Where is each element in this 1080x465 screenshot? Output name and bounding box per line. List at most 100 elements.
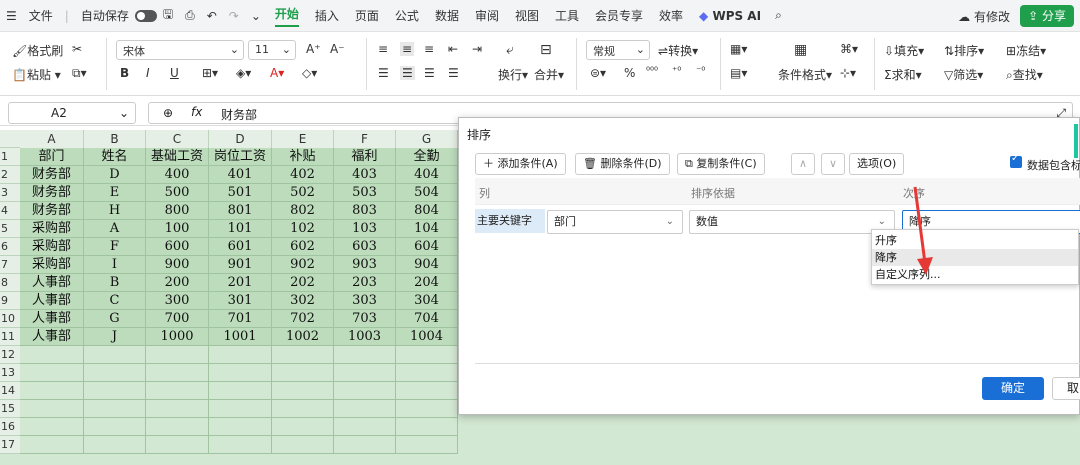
indent-decrease-icon[interactable]: ⇤ <box>448 42 458 56</box>
align-left-icon[interactable]: ☰ <box>378 66 389 80</box>
column-header-G[interactable]: G <box>396 130 458 148</box>
cell-E7[interactable]: 902 <box>272 256 334 274</box>
row-header-16[interactable]: 16 <box>0 418 20 436</box>
fill-button[interactable]: ⇩填充▾ <box>884 42 924 59</box>
row-header-14[interactable]: 14 <box>0 382 20 400</box>
cell-E14[interactable] <box>272 382 334 400</box>
cell-E16[interactable] <box>272 418 334 436</box>
cell-B2[interactable]: D <box>84 166 146 184</box>
cell-G9[interactable]: 304 <box>396 292 458 310</box>
cell-A16[interactable] <box>20 418 84 436</box>
increase-decimal-icon[interactable]: ⁺⁰ <box>672 66 681 77</box>
cell-E4[interactable]: 802 <box>272 202 334 220</box>
delete-condition-button[interactable]: 🗑 删除条件(D) <box>575 153 670 175</box>
cell-C15[interactable] <box>146 400 209 418</box>
cell-D5[interactable]: 101 <box>209 220 272 238</box>
tab-view[interactable]: 视图 <box>515 7 539 24</box>
number-format-select[interactable]: 常规 ⌄ <box>586 40 650 60</box>
cell-A13[interactable] <box>20 364 84 382</box>
cell-D16[interactable] <box>209 418 272 436</box>
tab-page[interactable]: 页面 <box>355 7 379 24</box>
cell-A14[interactable] <box>20 382 84 400</box>
cell-B15[interactable] <box>84 400 146 418</box>
font-size-select[interactable]: 11 ⌄ <box>248 40 296 60</box>
cell-A9[interactable]: 人事部 <box>20 292 84 310</box>
table-style-icon[interactable]: ▤▾ <box>730 66 747 80</box>
order-option-ascending[interactable]: 升序 <box>872 232 1078 249</box>
currency-icon[interactable]: ⊜▾ <box>590 66 606 80</box>
row-header-12[interactable]: 12 <box>0 346 20 364</box>
cut-icon[interactable]: ✂ <box>72 42 82 56</box>
tab-review[interactable]: 审阅 <box>475 7 499 24</box>
cell-C7[interactable]: 900 <box>146 256 209 274</box>
cell-A3[interactable]: 财务部 <box>20 184 84 202</box>
cell-B4[interactable]: H <box>84 202 146 220</box>
row-header-9[interactable]: 9 <box>0 292 20 310</box>
cell-F7[interactable]: 903 <box>334 256 396 274</box>
tab-efficiency[interactable]: 效率 <box>659 7 683 24</box>
cell-style-icon[interactable]: ▦▾ <box>730 42 747 56</box>
column-header-F[interactable]: F <box>334 130 396 148</box>
cell-C14[interactable] <box>146 382 209 400</box>
cell-G12[interactable] <box>396 346 458 364</box>
align-top-icon[interactable]: ≡ <box>378 42 388 56</box>
cell-E10[interactable]: 702 <box>272 310 334 328</box>
tab-home[interactable]: 开始 <box>274 5 299 27</box>
cell-F11[interactable]: 1003 <box>334 328 396 346</box>
cell-C6[interactable]: 600 <box>146 238 209 256</box>
row-header-17[interactable]: 17 <box>0 436 20 454</box>
cell-C1[interactable]: 基础工资 <box>146 148 209 166</box>
row-header-15[interactable]: 15 <box>0 400 20 418</box>
wrap-button[interactable]: 换行▾ <box>498 66 528 83</box>
underline-button[interactable]: U <box>170 66 179 80</box>
cell-A4[interactable]: 财务部 <box>20 202 84 220</box>
cell-B7[interactable]: I <box>84 256 146 274</box>
cell-E8[interactable]: 202 <box>272 274 334 292</box>
cell-E1[interactable]: 补贴 <box>272 148 334 166</box>
align-bottom-icon[interactable]: ≡ <box>424 42 434 56</box>
select-all-corner[interactable] <box>0 130 20 148</box>
cell-F12[interactable] <box>334 346 396 364</box>
cell-F6[interactable]: 603 <box>334 238 396 256</box>
cell-D11[interactable]: 1001 <box>209 328 272 346</box>
cell-F15[interactable] <box>334 400 396 418</box>
filter-button[interactable]: ▽筛选▾ <box>944 66 983 83</box>
row-header-13[interactable]: 13 <box>0 364 20 382</box>
cell-B17[interactable] <box>84 436 146 454</box>
cell-A5[interactable]: 采购部 <box>20 220 84 238</box>
cell-E9[interactable]: 302 <box>272 292 334 310</box>
row-header-4[interactable]: 4 <box>0 202 20 220</box>
font-name-select[interactable]: 宋体 ⌄ <box>116 40 244 60</box>
column-header-E[interactable]: E <box>272 130 334 148</box>
name-box[interactable]: A2 ⌄ <box>8 102 136 124</box>
paste-button[interactable]: 📋粘贴 ▾ <box>12 66 61 83</box>
cell-F4[interactable]: 803 <box>334 202 396 220</box>
cell-B8[interactable]: B <box>84 274 146 292</box>
cell-F17[interactable] <box>334 436 396 454</box>
save-icon[interactable]: 🖫 <box>163 5 173 26</box>
menu-icon[interactable]: ☰ <box>6 9 17 23</box>
indent-increase-icon[interactable]: ⇥ <box>472 42 482 56</box>
cell-B6[interactable]: F <box>84 238 146 256</box>
cell-G10[interactable]: 704 <box>396 310 458 328</box>
cell-A11[interactable]: 人事部 <box>20 328 84 346</box>
thousands-icon[interactable]: ⁰⁰⁰ <box>646 66 658 77</box>
conditional-format-button[interactable]: 条件格式▾ <box>778 66 832 83</box>
cell-G13[interactable] <box>396 364 458 382</box>
sum-button[interactable]: Σ求和▾ <box>884 66 922 83</box>
cell-F2[interactable]: 403 <box>334 166 396 184</box>
cell-D13[interactable] <box>209 364 272 382</box>
column-select[interactable]: 部门 ⌄ <box>547 210 683 234</box>
cell-B12[interactable] <box>84 346 146 364</box>
cell-D7[interactable]: 901 <box>209 256 272 274</box>
cell-G4[interactable]: 804 <box>396 202 458 220</box>
align-middle-icon[interactable]: ≡ <box>400 42 415 56</box>
cell-D15[interactable] <box>209 400 272 418</box>
cell-E13[interactable] <box>272 364 334 382</box>
row-header-5[interactable]: 5 <box>0 220 20 238</box>
cell-C17[interactable] <box>146 436 209 454</box>
cell-D12[interactable] <box>209 346 272 364</box>
cell-D4[interactable]: 801 <box>209 202 272 220</box>
copy-icon[interactable]: ⧉▾ <box>72 66 87 81</box>
cell-C13[interactable] <box>146 364 209 382</box>
